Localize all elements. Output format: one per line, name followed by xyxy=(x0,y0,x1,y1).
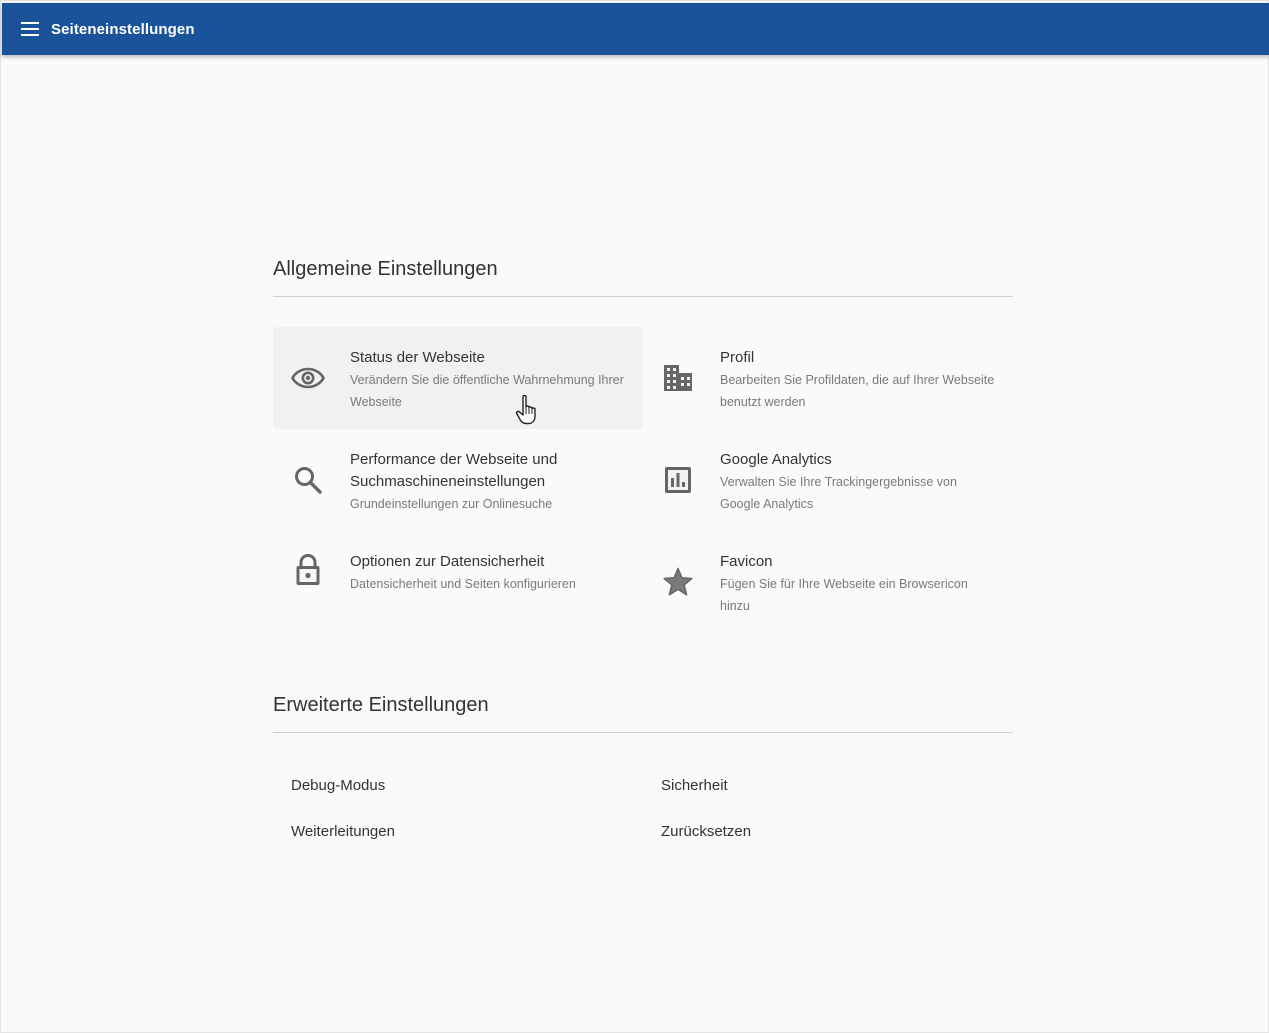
menu-icon[interactable] xyxy=(19,18,41,40)
card-description: Verändern Sie die öffentliche Wahrnehmun… xyxy=(350,373,624,409)
card-title: Google Analytics xyxy=(720,451,832,468)
card-performance-seo[interactable]: Performance der Webseite und Suchmaschin… xyxy=(273,429,643,531)
advanced-divider xyxy=(273,732,1013,733)
search-icon xyxy=(291,463,325,497)
card-description: Fügen Sie für Ihre Webseite ein Browseri… xyxy=(720,577,968,613)
hand-cursor-icon xyxy=(515,394,541,426)
reset-link[interactable]: Zurücksetzen xyxy=(661,823,751,840)
debug-mode-link[interactable]: Debug-Modus xyxy=(291,777,385,794)
card-title: Profil xyxy=(720,349,755,366)
security-link[interactable]: Sicherheit xyxy=(661,777,728,794)
lock-icon xyxy=(291,553,325,587)
card-description: Datensicherheit und Seiten konfigurieren xyxy=(350,577,576,591)
card-google-analytics[interactable]: Google Analytics Verwalten Sie Ihre Trac… xyxy=(643,429,1013,531)
card-title: Performance der Webseite und Suchmaschin… xyxy=(350,451,558,490)
general-divider xyxy=(273,296,1013,297)
star-icon xyxy=(661,565,695,599)
card-description: Verwalten Sie Ihre Trackingergebnisse vo… xyxy=(720,475,957,511)
card-profile[interactable]: Profil Bearbeiten Sie Profildaten, die a… xyxy=(643,327,1013,429)
top-app-bar: Seiteneinstellungen xyxy=(2,3,1269,55)
card-description: Grundeinstellungen zur Onlinesuche xyxy=(350,497,553,511)
building-icon xyxy=(661,361,695,395)
card-title: Optionen zur Datensicherheit xyxy=(350,553,545,570)
card-title: Favicon xyxy=(720,553,773,570)
redirects-link[interactable]: Weiterleitungen xyxy=(291,823,395,840)
page: Seiteneinstellungen Allgemeine Einstellu… xyxy=(0,0,1269,1033)
card-description: Bearbeiten Sie Profildaten, die auf Ihre… xyxy=(720,373,995,409)
bar-chart-icon xyxy=(661,463,695,497)
general-settings-heading: Allgemeine Einstellungen xyxy=(273,258,498,280)
card-title: Status der Webseite xyxy=(350,349,485,366)
advanced-settings-heading: Erweiterte Einstellungen xyxy=(273,694,489,716)
card-data-security[interactable]: Optionen zur Datensicherheit Datensicher… xyxy=(273,531,643,633)
card-website-status[interactable]: Status der Webseite Verändern Sie die öf… xyxy=(273,327,643,429)
eye-icon xyxy=(291,361,325,395)
page-title: Seiteneinstellungen xyxy=(51,20,195,38)
card-favicon[interactable]: Favicon Fügen Sie für Ihre Webseite ein … xyxy=(643,531,1013,633)
